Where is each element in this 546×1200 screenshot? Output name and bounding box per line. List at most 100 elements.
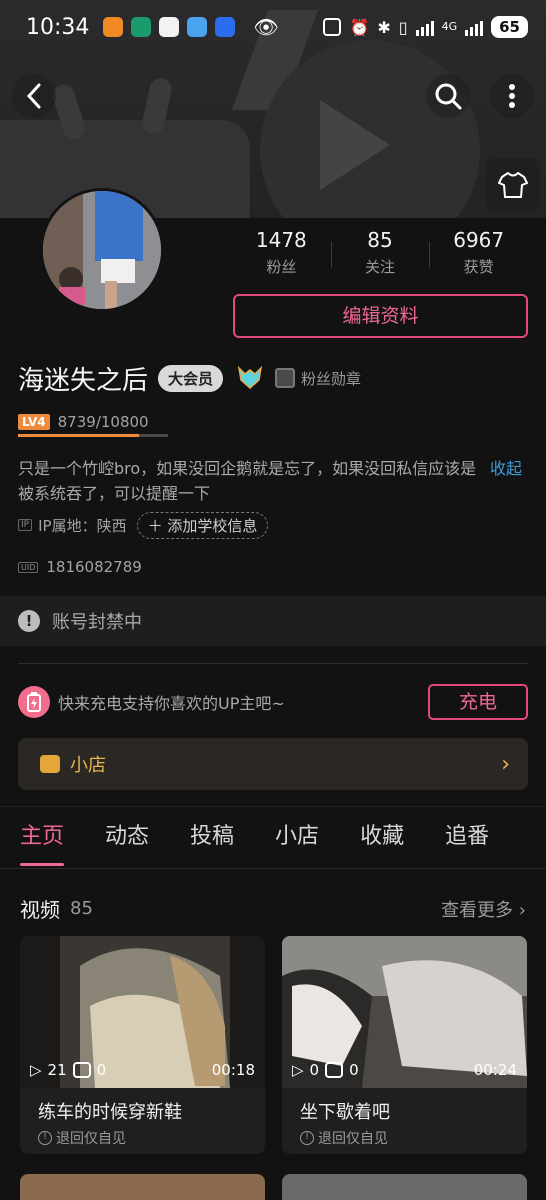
see-more-link[interactable]: 查看更多 › — [441, 896, 526, 922]
danmaku-icon — [325, 1062, 344, 1078]
divider — [18, 663, 528, 664]
more-menu-button[interactable] — [490, 74, 534, 118]
charge-button[interactable]: 充电 — [428, 684, 528, 720]
followers-count: 1478 — [255, 228, 307, 252]
search-button[interactable] — [426, 74, 470, 118]
status-bar: 10:34 👁 ⏰ ✱ ▯ 4G 65 — [0, 0, 546, 54]
app-notification-icon — [215, 17, 236, 37]
info-icon: ! — [38, 1131, 52, 1145]
exp-progress-fill — [18, 434, 140, 437]
nfc-icon — [323, 18, 342, 36]
plus-icon: ＋ — [147, 516, 163, 535]
stat-likes[interactable]: 6967 获赞 — [429, 228, 528, 284]
video-status: ! 退回仅自见 — [38, 1128, 126, 1148]
shop-label: 小店 — [70, 755, 106, 776]
video-title: 坐下歇着吧 — [300, 1102, 390, 1123]
ip-row: IP IP属地：陕西 ＋ 添加学校信息 — [18, 511, 269, 539]
tab-home[interactable]: 主页 — [20, 818, 65, 866]
eye-icon: 👁 — [253, 15, 279, 39]
following-count: 85 — [367, 228, 393, 252]
medal-icon — [275, 368, 296, 388]
video-card[interactable]: ▷ 0 0 00:24 坐下歇着吧 ! 退回仅自见 — [282, 936, 527, 1154]
add-school-label: 添加学校信息 — [167, 516, 258, 535]
tab-dynamics[interactable]: 动态 — [105, 818, 149, 866]
chevron-right-icon: › — [501, 751, 510, 777]
likes-label: 获赞 — [463, 258, 494, 276]
app-notification-icon — [131, 17, 152, 37]
ip-location: IP属地：陕西 — [38, 516, 127, 535]
video-card-partial[interactable] — [282, 1174, 527, 1200]
search-icon — [435, 83, 462, 110]
exp-progress-bar — [18, 434, 168, 437]
status-time: 10:34 — [26, 14, 90, 40]
following-label: 关注 — [365, 258, 396, 276]
video-meta: ▷ 21 0 00:18 — [20, 1052, 265, 1088]
dress-up-button[interactable] — [486, 158, 540, 212]
play-count: 0 — [309, 1061, 320, 1079]
uid-row: UID 1816082789 — [18, 556, 142, 578]
likes-count: 6967 — [453, 228, 505, 252]
video-meta: ▷ 0 0 00:24 — [282, 1052, 527, 1088]
shop-entry[interactable]: 小店 › — [18, 738, 528, 790]
add-school-button[interactable]: ＋ 添加学校信息 — [136, 511, 269, 539]
profile-stats: 1478 粉丝 85 关注 6967 获赞 — [232, 228, 528, 284]
level-row: LV4 8739/10800 — [18, 410, 149, 434]
ban-notice: ! 账号封禁中 — [0, 596, 546, 646]
name-row: 海迷失之后 大会员 粉丝勋章 — [18, 360, 361, 396]
ip-tag-icon: IP — [18, 519, 33, 531]
fox-badge-icon[interactable] — [237, 366, 263, 390]
video-title: 练车的时候穿新鞋 — [38, 1102, 182, 1123]
uid-value[interactable]: 1816082789 — [46, 558, 141, 576]
see-more-label: 查看更多 — [441, 899, 514, 921]
charge-row: 快来充电支持你喜欢的UP主吧~ 充电 — [18, 682, 528, 722]
vip-badge[interactable]: 大会员 — [158, 364, 224, 392]
stat-followers[interactable]: 1478 粉丝 — [232, 228, 331, 284]
danmaku-icon — [72, 1062, 91, 1078]
videos-section-header: 视频 85 查看更多 › — [20, 894, 526, 923]
followers-label: 粉丝 — [266, 258, 297, 276]
bluetooth-icon: ✱ — [377, 17, 391, 37]
edit-profile-button[interactable]: 编辑资料 — [233, 294, 528, 338]
fans-medal[interactable]: 粉丝勋章 — [275, 368, 361, 389]
videos-count: 85 — [70, 898, 93, 919]
tshirt-icon — [498, 172, 528, 198]
vibrate-icon: ▯ — [398, 17, 408, 37]
section-separator — [0, 806, 546, 807]
username: 海迷失之后 — [18, 365, 149, 396]
chevron-right-icon: › — [518, 899, 526, 921]
collapse-bio-link[interactable]: 收起 — [490, 456, 522, 481]
cell-signal-icon — [465, 18, 484, 36]
tab-uploads[interactable]: 投稿 — [190, 818, 234, 866]
video-card[interactable]: ▷ 21 0 00:18 练车的时候穿新鞋 ! 退回仅自见 — [20, 936, 265, 1154]
uid-tag-icon: UID — [18, 561, 39, 573]
play-icon: ▷ — [292, 1061, 304, 1079]
avatar-image — [43, 191, 161, 309]
stat-following[interactable]: 85 关注 — [330, 228, 430, 284]
charge-prompt: 快来充电支持你喜欢的UP主吧~ — [58, 694, 285, 713]
ban-notice-text: 账号封禁中 — [52, 612, 142, 633]
wifi-signal-icon — [415, 18, 434, 36]
battery-level: 65 — [491, 16, 528, 38]
comment-count: 0 — [96, 1061, 107, 1079]
back-arrow-icon — [26, 83, 41, 109]
video-card-partial[interactable] — [20, 1174, 265, 1200]
exclamation-icon: ! — [18, 610, 40, 632]
comment-count: 0 — [349, 1061, 359, 1079]
tab-shop[interactable]: 小店 — [275, 818, 319, 866]
video-duration: 00:24 — [473, 1061, 517, 1079]
back-button[interactable] — [12, 74, 56, 118]
videos-section-title: 视频 — [20, 898, 60, 922]
alarm-icon: ⏰ — [349, 17, 370, 37]
avatar[interactable] — [40, 188, 164, 312]
profile-tabs: 主页 动态 投稿 小店 收藏 追番 — [0, 818, 546, 868]
fans-medal-label: 粉丝勋章 — [301, 369, 362, 388]
more-vertical-icon — [509, 84, 515, 108]
app-notification-icon — [187, 17, 208, 37]
tab-favorites[interactable]: 收藏 — [360, 818, 404, 866]
app-notification-icon — [103, 17, 124, 37]
video-status-text: 退回仅自见 — [318, 1131, 388, 1147]
play-count: 21 — [47, 1061, 67, 1079]
tab-bangumi[interactable]: 追番 — [445, 818, 489, 866]
level-badge: LV4 — [18, 414, 50, 430]
notification-icons — [103, 17, 236, 37]
